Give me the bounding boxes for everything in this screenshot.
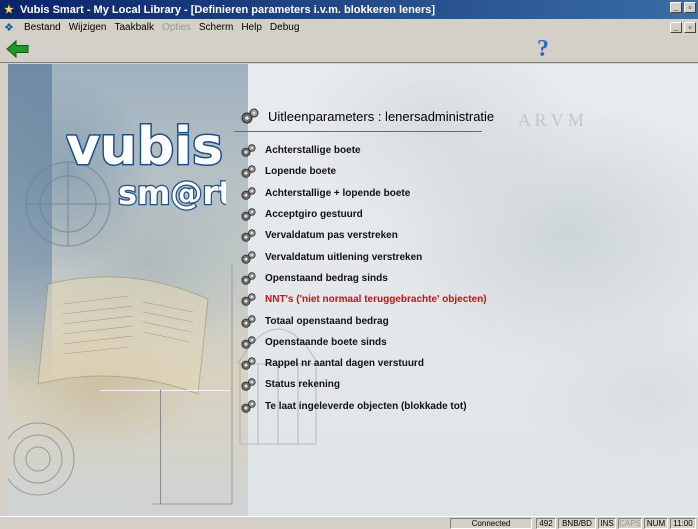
window-controls: _ ▫ — [670, 2, 696, 13]
option-label: Te laat ingeleverde objecten (blokkade t… — [265, 400, 467, 412]
option-label: Openstaande boete sinds — [265, 336, 387, 348]
option-item[interactable]: NNT's ('niet normaal teruggebrachte' obj… — [240, 289, 540, 310]
option-label: Achterstallige + lopende boete — [265, 187, 411, 199]
option-label: Rappel nr aantal dagen verstuurd — [265, 358, 424, 370]
option-item[interactable]: Achterstallige + lopende boete — [240, 183, 540, 204]
option-label: NNT's ('niet normaal teruggebrachte' obj… — [265, 294, 487, 306]
option-item[interactable]: Lopende boete — [240, 161, 540, 182]
decorative-line — [100, 390, 230, 391]
menu-bestand[interactable]: Bestand — [20, 22, 65, 33]
help-icon: ? — [537, 36, 549, 62]
option-item[interactable]: Te laat ingeleverde objecten (blokkade t… — [240, 396, 540, 417]
page-title: Uitleenparameters : lenersadministratie — [268, 108, 495, 124]
status-ins: INS — [598, 518, 616, 529]
menu-taakbalk[interactable]: Taakbalk — [111, 22, 158, 33]
back-button[interactable] — [6, 39, 30, 59]
app-icon: ★ — [4, 3, 14, 16]
main-content: A R V M vubis sm@rt Uitleenparameters : … — [8, 64, 698, 516]
gear-icon — [241, 108, 259, 124]
status-session-number: 492 — [536, 518, 556, 529]
gear-icon — [241, 250, 256, 264]
option-item[interactable]: Acceptgiro gestuurd — [240, 204, 540, 225]
gear-icon — [241, 336, 256, 349]
menu-opties: Opties — [161, 22, 191, 33]
menu-debug[interactable]: Debug — [266, 22, 303, 33]
svg-text:A R V M: A R V M — [518, 110, 584, 130]
gear-icon — [241, 186, 256, 200]
gear-icon — [241, 357, 256, 370]
gear-icon — [241, 229, 256, 243]
option-item[interactable]: Vervaldatum pas verstreken — [240, 225, 540, 246]
status-time: 11:00 — [670, 518, 696, 529]
document-icon: ❖ — [4, 21, 14, 34]
options-list: Achterstallige boete Lopende boete Achters… — [240, 140, 540, 417]
gear-icon — [241, 144, 256, 157]
option-label: Totaal openstaand bedrag — [265, 315, 389, 327]
minimize-button[interactable]: _ — [670, 2, 682, 13]
mdi-restore-button[interactable]: ▫ — [684, 22, 696, 33]
svg-text:sm@rt: sm@rt — [118, 174, 226, 212]
option-item[interactable]: Achterstallige boete — [240, 140, 540, 161]
menu-scherm[interactable]: Scherm — [195, 22, 237, 33]
page-heading: Uitleenparameters : lenersadministratie — [240, 106, 494, 126]
option-item[interactable]: Vervaldatum uitlening verstreken — [240, 246, 540, 267]
heading-divider — [234, 131, 482, 132]
mdi-minimize-button[interactable]: _ — [670, 22, 682, 33]
menu-help[interactable]: Help — [237, 22, 266, 33]
gear-icon — [241, 293, 256, 306]
option-label: Lopende boete — [265, 166, 337, 178]
gear-icon — [241, 314, 256, 328]
svg-text:vubis: vubis — [66, 117, 223, 177]
option-item[interactable]: Totaal openstaand bedrag — [240, 310, 540, 331]
option-label: Status rekening — [265, 379, 341, 391]
menu-bar: ❖ Bestand Wijzigen Taakbalk Opties Scher… — [0, 19, 698, 36]
help-button[interactable]: ? — [532, 37, 554, 61]
option-label: Openstaand bedrag sinds — [265, 272, 388, 284]
option-item[interactable]: Openstaande boete sinds — [240, 332, 540, 353]
gear-icon — [241, 272, 256, 285]
menu-wijzigen[interactable]: Wijzigen — [65, 22, 111, 33]
status-caps: CAPS — [618, 518, 642, 529]
title-bar: ★ Vubis Smart - My Local Library - [Defi… — [0, 0, 698, 19]
option-label: Acceptgiro gestuurd — [265, 209, 363, 221]
gear-icon — [241, 165, 256, 179]
decorative-line — [160, 390, 161, 504]
option-label: Vervaldatum pas verstreken — [265, 230, 398, 242]
toolbar: ? — [0, 36, 698, 63]
option-item[interactable]: Status rekening — [240, 374, 540, 395]
gear-icon — [241, 208, 256, 221]
back-arrow-icon — [6, 39, 29, 59]
status-num: NUM — [644, 518, 668, 529]
restore-button[interactable]: ▫ — [684, 2, 696, 13]
gear-icon — [241, 378, 256, 392]
option-label: Vervaldatum uitlening verstreken — [265, 251, 423, 263]
option-label: Achterstallige boete — [265, 145, 361, 157]
gear-icon — [241, 399, 256, 413]
window-title: Vubis Smart - My Local Library - [Defini… — [20, 3, 436, 16]
status-bar: Connected 492 BNB/BD INS CAPS NUM 11:00 — [0, 516, 698, 529]
mdi-controls: _ ▫ — [670, 22, 696, 33]
status-connection: Connected — [450, 518, 532, 529]
vubis-smart-logo: vubis sm@rt — [66, 116, 226, 214]
option-item[interactable]: Openstaand bedrag sinds — [240, 268, 540, 289]
status-workstation: BNB/BD — [558, 518, 596, 529]
option-item[interactable]: Rappel nr aantal dagen verstuurd — [240, 353, 540, 374]
